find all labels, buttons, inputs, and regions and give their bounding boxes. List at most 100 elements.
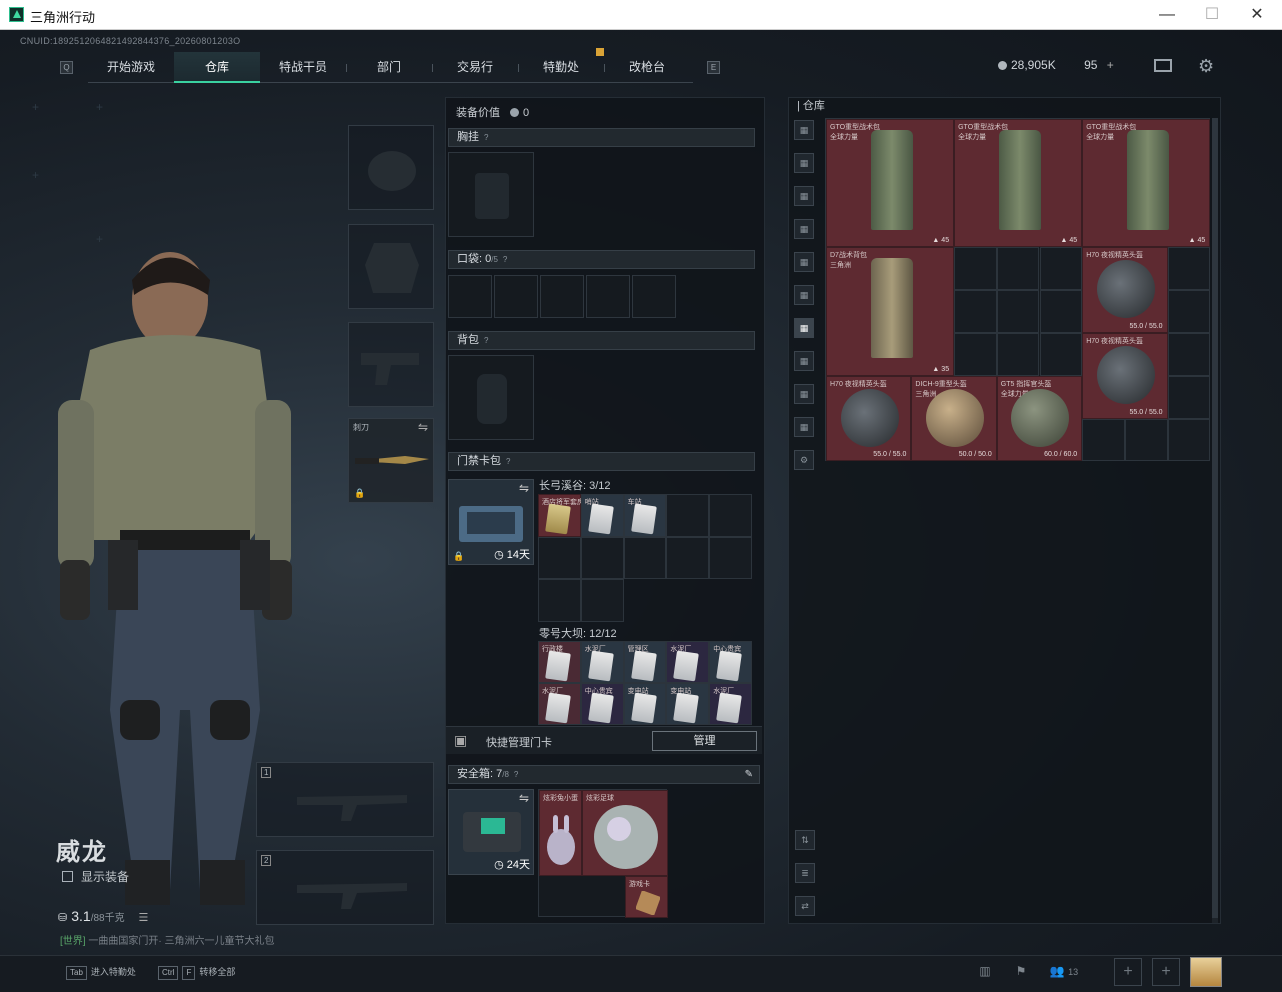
- primary-weapon-slot-1[interactable]: 1: [256, 762, 434, 837]
- backpack-slot[interactable]: [448, 355, 534, 440]
- category-tab-icon[interactable]: ▦: [794, 186, 814, 206]
- warehouse-item[interactable]: GT5 指挥官头盔 全球力量 60.0 / 60.0: [996, 375, 1083, 462]
- settings-gear-icon[interactable]: ⚙: [1198, 56, 1214, 77]
- keycard-cell[interactable]: 变电站: [623, 683, 667, 725]
- pistol-slot[interactable]: [348, 322, 434, 407]
- nav-next-key[interactable]: E: [707, 61, 720, 74]
- melee-slot[interactable]: 刺刀 ⇋ 🔒: [348, 418, 434, 503]
- safe-item[interactable]: 炫彩兔小蛋: [539, 790, 582, 876]
- helmet-slot[interactable]: [348, 125, 434, 210]
- keycard-cell[interactable]: 水泥厂: [709, 683, 752, 725]
- warehouse-cell[interactable]: [1039, 333, 1083, 376]
- pocket-slot[interactable]: [540, 275, 584, 318]
- warehouse-item[interactable]: GTO重型战术包 全球力量 ▲ 45: [1082, 119, 1211, 248]
- warehouse-sort-icon[interactable]: ⇅: [795, 830, 815, 850]
- list-icon[interactable]: ☰: [138, 912, 148, 924]
- mail-icon[interactable]: [1154, 59, 1172, 72]
- keycard-cell[interactable]: 水泥厂: [538, 683, 581, 725]
- category-tab-icon[interactable]: ▦: [794, 384, 814, 404]
- pocket-slot[interactable]: [448, 275, 492, 318]
- keycard-cell[interactable]: [538, 536, 581, 580]
- safe-item[interactable]: 炫彩足球: [582, 790, 668, 876]
- safe-item[interactable]: 游戏卡: [625, 876, 668, 918]
- safe-box-item[interactable]: ⇋ ◷ 24天: [448, 789, 534, 875]
- category-tab-icon[interactable]: ▦: [794, 252, 814, 272]
- tab-warehouse[interactable]: 仓库: [174, 52, 260, 83]
- pocket-slot[interactable]: [632, 275, 676, 318]
- warehouse-item[interactable]: GTO重型战术包 全球力量 ▲ 45: [826, 119, 955, 248]
- swap-icon[interactable]: ⇋: [418, 420, 428, 434]
- hint-enter-special-ops[interactable]: Tab 进入特勤处: [66, 965, 136, 980]
- add-squad-slot[interactable]: +: [1152, 958, 1180, 986]
- chest-rig-slot[interactable]: [448, 152, 534, 237]
- category-tab-icon[interactable]: ▦: [794, 219, 814, 239]
- add-squad-slot[interactable]: +: [1114, 958, 1142, 986]
- maximize-button[interactable]: ☐: [1197, 4, 1227, 26]
- friends-icon[interactable]: 👥 13: [1044, 964, 1084, 986]
- keycard-cell[interactable]: [580, 579, 624, 622]
- warehouse-layers-icon[interactable]: ≣: [795, 863, 815, 883]
- tab-operators[interactable]: 特战干员: [260, 52, 346, 83]
- keycard-cell[interactable]: 哨站: [580, 494, 624, 537]
- stats-icon[interactable]: ▥: [972, 964, 998, 986]
- swap-icon[interactable]: ⇋: [519, 791, 529, 805]
- close-button[interactable]: ✕: [1242, 4, 1272, 26]
- manage-button[interactable]: 管理: [652, 731, 757, 751]
- warehouse-item[interactable]: DICH-9重型头盔 三角洲 50.0 / 50.0: [911, 375, 997, 462]
- warehouse-cell[interactable]: [1167, 247, 1211, 291]
- warehouse-cell[interactable]: [1124, 418, 1168, 462]
- keycard-cell[interactable]: [623, 536, 667, 580]
- hint-transfer-all[interactable]: Ctrl F 转移全部: [158, 965, 235, 980]
- keycard-cell[interactable]: [580, 536, 624, 580]
- category-tab-icon[interactable]: ▦: [794, 318, 814, 338]
- category-tab-icon[interactable]: ▦: [794, 120, 814, 140]
- warehouse-item[interactable]: H70 夜视精英头盔 55.0 / 55.0: [1082, 333, 1168, 419]
- keycard-cell[interactable]: 变电站: [666, 683, 710, 725]
- pocket-slot[interactable]: [494, 275, 538, 318]
- warehouse-cell[interactable]: [1167, 333, 1211, 376]
- category-tab-icon[interactable]: ▦: [794, 351, 814, 371]
- keycard-cell[interactable]: [709, 494, 752, 537]
- keycard-cell[interactable]: [666, 494, 710, 537]
- warehouse-cell[interactable]: [954, 333, 997, 376]
- warehouse-item[interactable]: H70 夜视精英头盔 55.0 / 55.0: [1082, 247, 1168, 333]
- warehouse-cell[interactable]: [996, 290, 1040, 333]
- keycard-cell[interactable]: [709, 536, 752, 580]
- keycard-cell[interactable]: 中心贵宾: [709, 641, 752, 683]
- keycard-cell[interactable]: 车站: [623, 494, 667, 537]
- armor-slot[interactable]: [348, 224, 434, 309]
- warehouse-scrollbar[interactable]: [1212, 118, 1218, 923]
- swap-icon[interactable]: ⇋: [519, 481, 529, 495]
- warehouse-cell[interactable]: [954, 290, 997, 333]
- warehouse-cell[interactable]: [1167, 290, 1211, 333]
- keycard-cell[interactable]: 水泥厂: [580, 641, 624, 683]
- warehouse-item[interactable]: D7战术背包 三角洲 ▲ 35: [826, 247, 955, 376]
- category-tab-icon[interactable]: ▦: [794, 153, 814, 173]
- warehouse-cell[interactable]: [1167, 375, 1211, 419]
- world-chat-line[interactable]: [世界] 一曲曲国家门开· 三角洲六一儿童节大礼包: [60, 932, 274, 947]
- primary-weapon-slot-2[interactable]: 2: [256, 850, 434, 925]
- keycard-cell[interactable]: 酒店将军套房: [538, 494, 584, 537]
- nav-prev-key[interactable]: Q: [60, 61, 73, 74]
- warehouse-cell[interactable]: [1039, 290, 1083, 333]
- warehouse-item[interactable]: H70 夜视精英头盔 55.0 / 55.0: [826, 375, 912, 462]
- warehouse-cell[interactable]: [1082, 418, 1125, 462]
- tab-gunsmith[interactable]: 改枪台: [604, 52, 690, 83]
- category-tab-icon[interactable]: ▦: [794, 417, 814, 437]
- checkbox-icon[interactable]: [62, 871, 73, 882]
- tab-department[interactable]: 部门: [346, 52, 432, 83]
- warehouse-cell[interactable]: [1167, 418, 1211, 462]
- warehouse-transfer-icon[interactable]: ⇄: [795, 896, 815, 916]
- keycard-case-item[interactable]: ⇋ 🔒 ◷ 14天: [448, 479, 534, 565]
- category-tab-icon[interactable]: ▦: [794, 285, 814, 305]
- warehouse-cell[interactable]: [1039, 247, 1083, 291]
- flag-icon[interactable]: ⚑: [1008, 964, 1034, 986]
- warehouse-cell[interactable]: [954, 247, 997, 291]
- avatar[interactable]: [1190, 957, 1222, 987]
- warehouse-cell[interactable]: [996, 333, 1040, 376]
- keycard-cell[interactable]: 水泥厂: [666, 641, 710, 683]
- tab-start-game[interactable]: 开始游戏: [88, 52, 174, 83]
- tab-market[interactable]: 交易行: [432, 52, 518, 83]
- keycard-cell[interactable]: 中心贵宾: [580, 683, 624, 725]
- filter-settings-icon[interactable]: ⚙: [794, 450, 814, 470]
